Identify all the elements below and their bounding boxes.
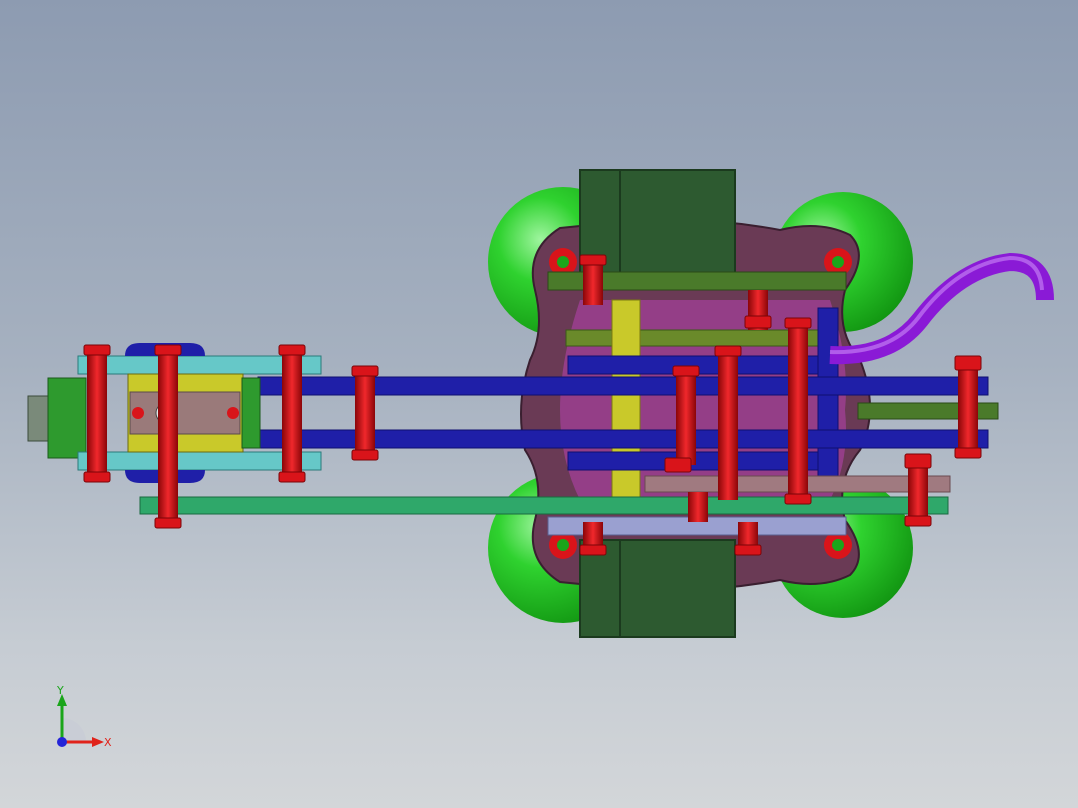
- pin[interactable]: [676, 370, 696, 465]
- y-axis-label: Y: [56, 684, 64, 697]
- pin[interactable]: [958, 360, 978, 456]
- x-axis-label: X: [104, 736, 112, 749]
- robot-arm-model[interactable]: [0, 0, 1078, 808]
- pin[interactable]: [282, 350, 302, 478]
- pin[interactable]: [355, 370, 375, 456]
- cad-viewport[interactable]: Y X: [0, 0, 1078, 808]
- pin[interactable]: [688, 492, 708, 522]
- pin[interactable]: [788, 322, 808, 502]
- motor-block-top[interactable]: [579, 169, 736, 286]
- orientation-triad: Y X: [56, 684, 112, 749]
- pin[interactable]: [718, 350, 738, 500]
- link-long-lower[interactable]: [139, 496, 949, 515]
- pin[interactable]: [158, 350, 178, 525]
- pin[interactable]: [87, 350, 107, 478]
- z-axis-dot: [57, 737, 67, 747]
